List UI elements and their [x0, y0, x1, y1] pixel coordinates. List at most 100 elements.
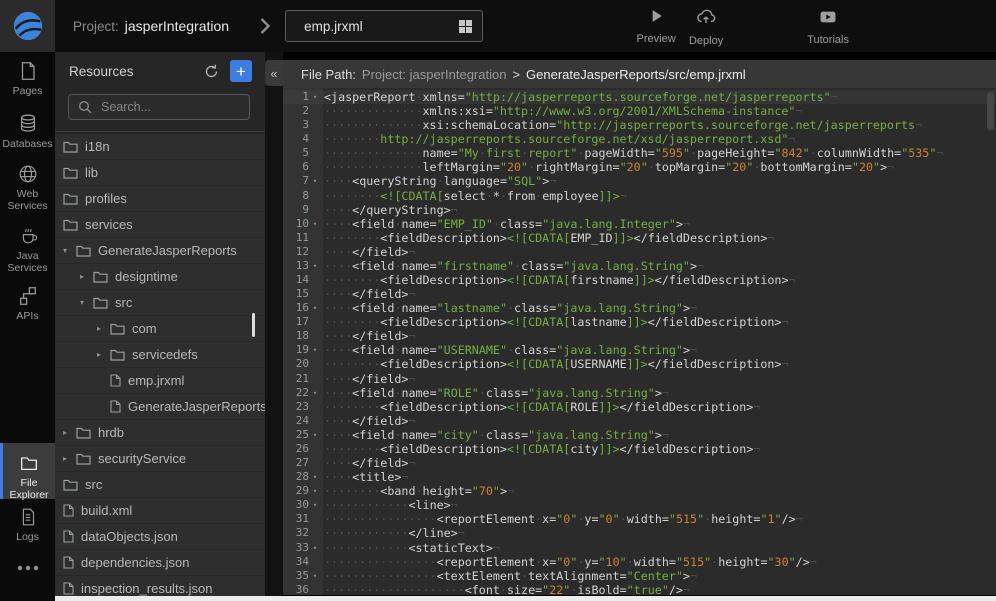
- code-text[interactable]: ····</field>: [324, 414, 416, 428]
- tree-item-hrdb[interactable]: ▸hrdb: [55, 420, 265, 445]
- code-line: 24····</field>: [283, 414, 996, 428]
- tree-scrollbar[interactable]: [252, 313, 255, 337]
- fold-arrow-icon[interactable]: ▾: [309, 386, 321, 400]
- code-text[interactable]: ········<fieldDescription><![CDATA[first…: [324, 273, 796, 287]
- tree-item-generatejasperreports[interactable]: ▾GenerateJasperReports: [55, 238, 265, 263]
- line-number: 18: [283, 329, 309, 343]
- code-text[interactable]: ············<staticText>: [324, 541, 500, 555]
- tree-item-com[interactable]: ▸com: [55, 316, 265, 341]
- search-input[interactable]: [99, 99, 233, 115]
- tree-item-lib[interactable]: lib: [55, 160, 265, 185]
- chevron-down-icon[interactable]: ▾: [80, 298, 93, 307]
- code-text[interactable]: ····<field·name="ROLE"·class="java.lang.…: [324, 386, 669, 400]
- add-resource-button[interactable]: +: [230, 60, 252, 82]
- code-text[interactable]: ········<fieldDescription><![CDATA[ROLE]…: [324, 400, 760, 414]
- fold-arrow-icon[interactable]: ▾: [309, 217, 321, 231]
- chevron-right-icon[interactable]: ▸: [63, 428, 76, 437]
- collapse-panel-button[interactable]: «: [265, 60, 283, 86]
- code-text[interactable]: ····</queryString>: [324, 203, 458, 217]
- code-text[interactable]: ····<field·name="city"·class="java.lang.…: [324, 428, 669, 442]
- code-text[interactable]: ····</field>: [324, 287, 416, 301]
- fold-arrow-icon[interactable]: ▾: [309, 301, 321, 315]
- code-text[interactable]: ················<textElement·textAlignme…: [324, 569, 697, 583]
- deploy-button[interactable]: Deploy: [681, 6, 731, 47]
- fold-arrow-icon[interactable]: ▾: [309, 428, 321, 442]
- file-selector[interactable]: emp.jrxml: [285, 10, 483, 42]
- fold-arrow-icon[interactable]: ▾: [309, 484, 321, 498]
- sidebar-item-more[interactable]: [0, 563, 55, 573]
- tutorials-button[interactable]: Tutorials: [803, 7, 853, 46]
- grid-icon[interactable]: [459, 20, 472, 33]
- code-text[interactable]: ············<line>: [324, 498, 458, 512]
- preview-button[interactable]: Preview: [631, 6, 681, 47]
- code-text[interactable]: ········http://jasperreports.sourceforge…: [324, 132, 795, 146]
- tree-item-label: build.xml: [81, 503, 132, 518]
- refresh-button[interactable]: [203, 63, 220, 80]
- fold-arrow-icon[interactable]: ▾: [309, 569, 321, 583]
- fold-arrow-icon[interactable]: ▾: [309, 174, 321, 188]
- code-line: 26········<fieldDescription><![CDATA[cit…: [283, 442, 996, 456]
- code-text[interactable]: ········<fieldDescription><![CDATA[EMP_I…: [324, 231, 774, 245]
- code-text[interactable]: ····</field>: [324, 329, 416, 343]
- chevron-right-icon[interactable]: ▸: [80, 272, 93, 281]
- tree-item-services[interactable]: services: [55, 212, 265, 237]
- fold-arrow-icon[interactable]: ▾: [309, 470, 321, 484]
- chevron-right-icon[interactable]: ▸: [97, 324, 110, 333]
- sidebar-item-java-services[interactable]: Java Services: [0, 225, 55, 274]
- code-text[interactable]: ················<reportElement·x="0"·y="…: [324, 512, 803, 526]
- tree-item-src[interactable]: src: [55, 472, 265, 497]
- chevron-down-icon[interactable]: ▾: [63, 246, 76, 255]
- code-text[interactable]: ····<title>: [324, 470, 408, 484]
- tree-item-build-xml[interactable]: build.xml: [55, 498, 265, 523]
- code-text[interactable]: ····</field>: [324, 245, 416, 259]
- tree-item-i18n[interactable]: i18n: [55, 134, 265, 159]
- tree-item-profiles[interactable]: profiles: [55, 186, 265, 211]
- code-text[interactable]: <jasperReport·xmlns="http://jasperreport…: [324, 90, 838, 104]
- search-box[interactable]: [68, 94, 250, 120]
- code-text[interactable]: ········<![CDATA[select·*·from·employee]…: [324, 189, 627, 203]
- tree-item-src[interactable]: ▾src: [55, 290, 265, 315]
- code-text[interactable]: ··············xmlns:xsi="http://www.w3.o…: [324, 104, 803, 118]
- app-logo[interactable]: [0, 0, 55, 52]
- tree-item-generatejasperreports-s[interactable]: GenerateJasperReports.s: [55, 394, 265, 419]
- code-text[interactable]: ········<fieldDescription><![CDATA[lastn…: [324, 315, 788, 329]
- tree-item-dataobjects-json[interactable]: dataObjects.json: [55, 524, 265, 549]
- fold-arrow-icon[interactable]: ▾: [309, 90, 321, 104]
- sidebar-item-pages[interactable]: Pages: [0, 60, 55, 97]
- tree-item-servicedefs[interactable]: ▸servicedefs: [55, 342, 265, 367]
- code-text[interactable]: ····<field·name="lastname"·class="java.l…: [324, 301, 697, 315]
- tree-item-designtime[interactable]: ▸designtime: [55, 264, 265, 289]
- fold-arrow-icon[interactable]: ▾: [309, 259, 321, 273]
- code-text[interactable]: ····<field·name="firstname"·class="java.…: [324, 259, 704, 273]
- sidebar-item-web-services[interactable]: Web Services: [0, 163, 55, 212]
- sidebar-item-databases[interactable]: Databases: [0, 113, 55, 150]
- code-text[interactable]: ····················<font·size="22"·isBo…: [324, 583, 690, 595]
- horizontal-scrollbar[interactable]: [55, 596, 996, 601]
- fold-arrow-icon[interactable]: ▾: [309, 541, 321, 555]
- code-text[interactable]: ········<fieldDescription><![CDATA[city]…: [324, 442, 760, 456]
- fold-arrow-icon[interactable]: ▾: [309, 343, 321, 357]
- code-text[interactable]: ····</field>: [324, 456, 416, 470]
- code-text[interactable]: ····</field>: [324, 372, 416, 386]
- code-text[interactable]: ··············name="My·first·report"·pag…: [324, 146, 943, 160]
- code-text[interactable]: ········<fieldDescription><![CDATA[USERN…: [324, 357, 788, 371]
- sidebar-item-logs[interactable]: Logs: [0, 506, 55, 543]
- code-text[interactable]: ····<field·name="USERNAME"·class="java.l…: [324, 343, 697, 357]
- code-editor[interactable]: 1▾<jasperReport·xmlns="http://jasperrepo…: [283, 88, 996, 595]
- code-text[interactable]: ··············xsi:schemaLocation="http:/…: [324, 118, 922, 132]
- code-text[interactable]: ····<queryString·language="SQL">: [324, 174, 556, 188]
- chevron-right-icon[interactable]: ▸: [97, 350, 110, 359]
- code-text[interactable]: ················<reportElement·x="0"·y="…: [324, 555, 817, 569]
- editor-scrollbar[interactable]: [987, 92, 994, 130]
- code-text[interactable]: ··············leftMargin="20"·rightMargi…: [324, 160, 894, 174]
- code-text[interactable]: ····<field·name="EMP_ID"·class="java.lan…: [324, 217, 690, 231]
- tree-item-securityservice[interactable]: ▸securityService: [55, 446, 265, 471]
- sidebar-item-apis[interactable]: APIs: [0, 285, 55, 322]
- tree-item-emp-jrxml[interactable]: emp.jrxml: [55, 368, 265, 393]
- code-text[interactable]: ············</line>: [324, 526, 465, 540]
- chevron-right-icon[interactable]: ▸: [63, 454, 76, 463]
- fold-arrow-icon[interactable]: ▾: [309, 498, 321, 512]
- tree-item-dependencies-json[interactable]: dependencies.json: [55, 550, 265, 575]
- code-text[interactable]: ········<band·height="70">: [324, 484, 514, 498]
- sidebar-item-file-explorer[interactable]: File Explorer: [0, 443, 55, 499]
